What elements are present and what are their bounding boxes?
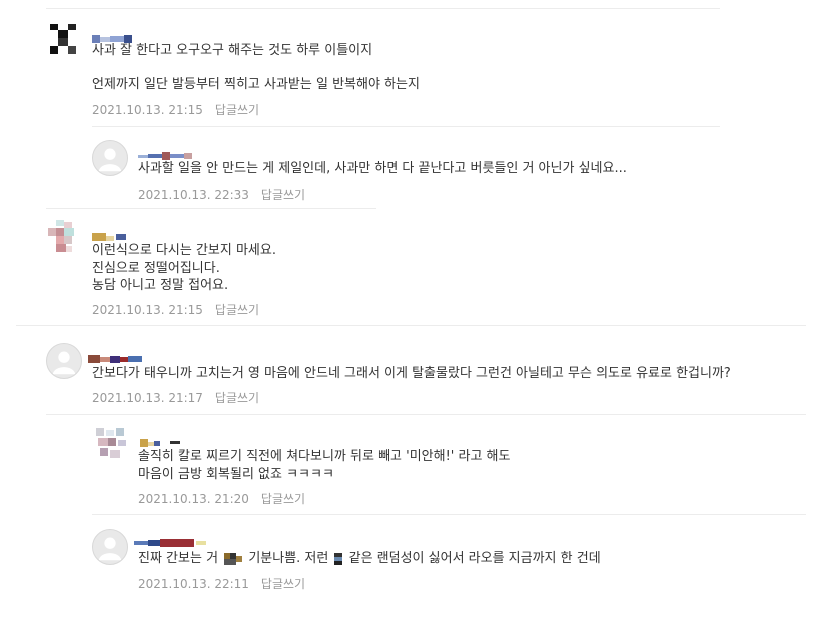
divider [46,208,376,209]
reply-button[interactable]: 답글쓰기 [261,188,305,202]
reply-button[interactable]: 답글쓰기 [261,492,305,506]
comment-text-part: 같은 랜덤성이 싫어서 라오를 지금까지 한 건데 [348,551,601,566]
reply-button[interactable]: 답글쓰기 [215,103,259,117]
username-censored[interactable] [138,145,198,160]
comment-text: 진짜 간보는 거 기분나쁨. 저런 같은 랜덤성이 싫어서 라오를 지금까지 한… [138,550,601,567]
avatar[interactable] [50,24,76,54]
comment-meta: 2021.10.13. 21:15 답글쓰기 [92,301,259,318]
username-censored[interactable] [134,532,210,547]
comment-text: 농담 아니고 정말 접어요. [92,278,229,293]
comment-text: 솔직히 칼로 찌르기 직전에 쳐다보니까 뒤로 빼고 '미안해!' 라고 해도 [138,449,511,464]
comment-meta: 2021.10.13. 21:15 답글쓰기 [92,101,259,118]
censored-emoticon [334,552,343,565]
avatar[interactable] [92,140,128,176]
comment-text: 언제까지 일단 발등부터 찍히고 사과받는 일 반복해야 하는지 [92,77,420,92]
comment-meta: 2021.10.13. 22:33 답글쓰기 [138,186,305,203]
divider [46,8,720,9]
comment-text: 간보다가 태우니까 고치는거 영 마음에 안드네 그래서 이게 탈출물랐다 그런… [92,366,731,381]
divider [16,325,806,326]
comment-text: 이런식으로 다시는 간보지 마세요. [92,243,276,258]
comment-text-part: 기분나쁨. 저런 [248,551,329,566]
username-censored[interactable] [92,226,130,241]
username-censored[interactable] [92,28,138,43]
divider [46,414,806,415]
divider [92,514,806,515]
username-censored[interactable] [140,432,184,447]
comment-date: 2021.10.13. 21:20 [138,492,249,506]
comment-text: 진심으로 정떨어집니다. [92,261,220,276]
default-avatar-icon [52,351,76,375]
comment-date: 2021.10.13. 22:11 [138,577,249,591]
divider [92,126,720,127]
comment-meta: 2021.10.13. 22:11 답글쓰기 [138,575,305,592]
comment-text-part: 진짜 간보는 거 [138,551,219,566]
comment-text: 마음이 금방 회복될리 없죠 ㅋㅋㅋㅋ [138,467,334,482]
comment-text: 사과 잘 한다고 오구오구 해주는 것도 하루 이틀이지 [92,43,373,58]
avatar[interactable] [94,426,130,462]
censored-emoticon [224,552,243,565]
default-avatar-icon [98,537,122,561]
comment-date: 2021.10.13. 22:33 [138,188,249,202]
comment-date: 2021.10.13. 21:15 [92,303,203,317]
reply-button[interactable]: 답글쓰기 [261,577,305,591]
reply-button[interactable]: 답글쓰기 [215,303,259,317]
comment-meta: 2021.10.13. 21:20 답글쓰기 [138,490,305,507]
reply-button[interactable]: 답글쓰기 [215,391,259,405]
comment-meta: 2021.10.13. 21:17 답글쓰기 [92,389,259,406]
comment-date: 2021.10.13. 21:15 [92,103,203,117]
default-avatar-icon [98,148,122,172]
username-censored[interactable] [88,348,152,363]
comment-date: 2021.10.13. 21:17 [92,391,203,405]
avatar[interactable] [92,529,128,565]
avatar[interactable] [46,343,82,379]
avatar[interactable] [46,220,80,256]
comment-text: 사과할 일을 안 만드는 게 제일인데, 사과만 하면 다 끝난다고 버릇들인 … [138,161,627,176]
